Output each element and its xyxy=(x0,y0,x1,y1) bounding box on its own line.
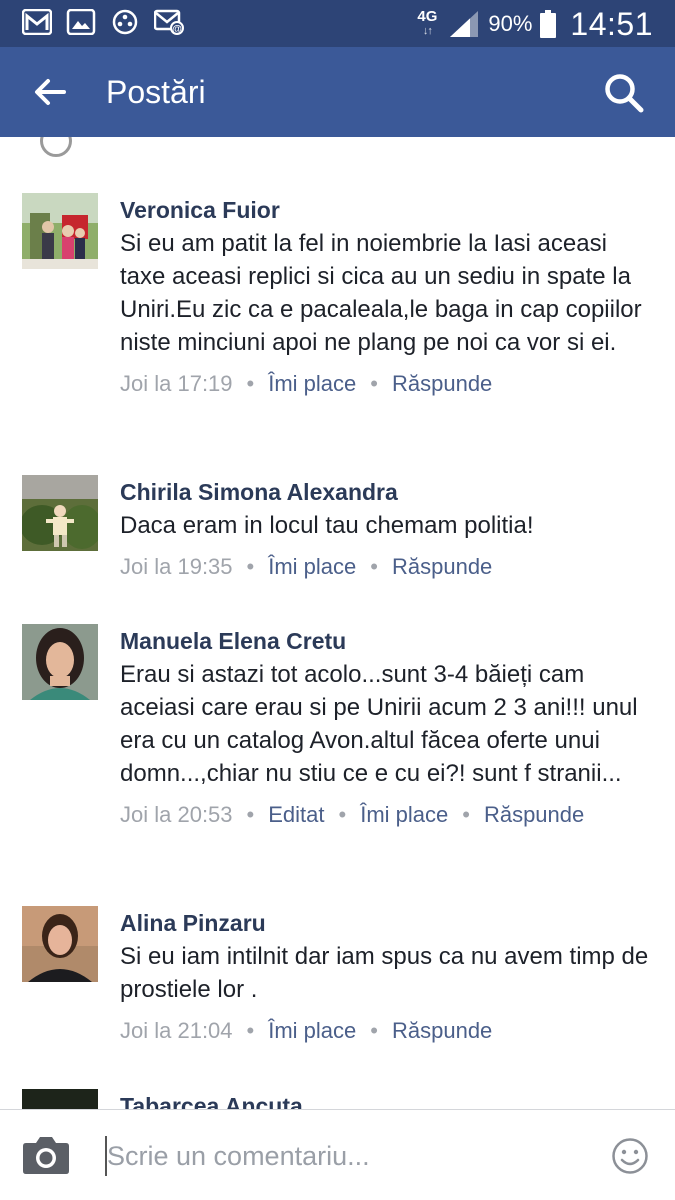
loading-spinner-icon xyxy=(40,137,72,157)
comments-feed[interactable]: Veronica Fuior Si eu am patit la fel in … xyxy=(0,137,675,1109)
separator-dot: • xyxy=(370,554,378,579)
separator-dot: • xyxy=(462,802,470,827)
comment-time: Joi la 20:53 xyxy=(120,802,233,827)
game-icon xyxy=(110,9,140,35)
separator-dot: • xyxy=(246,802,255,827)
avatar[interactable] xyxy=(22,1089,98,1109)
commenter-name[interactable]: Alina Pinzaru xyxy=(120,908,655,938)
reply-button[interactable]: Răspunde xyxy=(484,802,584,827)
page-title: Postări xyxy=(106,74,206,110)
search-icon xyxy=(605,74,644,113)
comment-meta: Joi la 21:04 • Îmi place • Răspunde xyxy=(120,1016,655,1046)
emoji-button[interactable] xyxy=(611,1137,649,1175)
avatar[interactable] xyxy=(22,193,98,269)
comment-time: Joi la 19:35 xyxy=(120,554,233,579)
camera-button[interactable] xyxy=(22,1133,70,1175)
like-button[interactable]: Îmi place xyxy=(268,371,356,396)
like-button[interactable]: Îmi place xyxy=(268,1018,356,1043)
separator-dot: • xyxy=(370,371,378,396)
commenter-name[interactable]: Chirila Simona Alexandra xyxy=(120,477,655,507)
signal-icon xyxy=(448,9,480,39)
like-button[interactable]: Îmi place xyxy=(268,554,356,579)
reply-button[interactable]: Răspunde xyxy=(392,1018,492,1043)
comment-composer xyxy=(0,1109,675,1200)
reply-button[interactable]: Răspunde xyxy=(392,554,492,579)
commenter-name[interactable]: Tabarcea Ancuta xyxy=(120,1091,655,1109)
separator-dot: • xyxy=(338,802,347,827)
comment-text: Si eu am patit la fel in noiembrie la Ia… xyxy=(120,230,642,356)
comment-time: Joi la 17:19 xyxy=(120,371,233,396)
avatar[interactable] xyxy=(22,906,98,982)
status-bar: @ 4G ↓↑ 90% 14:51 xyxy=(0,0,675,47)
app-bar: Postări xyxy=(0,47,675,137)
comment-input[interactable] xyxy=(105,1136,585,1176)
network-type: 4G ↓↑ xyxy=(417,8,438,37)
comment-text: Erau si astazi tot acolo...sunt 3-4 băie… xyxy=(120,661,638,787)
comment-time: Joi la 21:04 xyxy=(120,1018,233,1043)
camera-icon xyxy=(23,1137,69,1174)
comment-text: Daca eram in locul tau chemam politia! xyxy=(120,512,534,539)
search-button[interactable] xyxy=(603,72,645,114)
battery-percentage: 90% xyxy=(488,11,533,36)
edited-label[interactable]: Editat xyxy=(268,802,324,827)
emoji-icon xyxy=(612,1138,648,1174)
separator-dot: • xyxy=(370,1018,378,1043)
email-sync-icon: @ xyxy=(153,9,184,35)
reply-button[interactable]: Răspunde xyxy=(392,371,492,396)
notification-icons: @ xyxy=(21,8,184,36)
comment-meta: Joi la 17:19 • Îmi place • Răspunde xyxy=(120,369,655,399)
comment-meta: Joi la 20:53 • Editat • Îmi place • Răspunde xyxy=(120,800,655,830)
avatar[interactable] xyxy=(22,624,98,700)
back-button[interactable] xyxy=(30,72,70,112)
separator-dot: • xyxy=(246,554,255,579)
battery-icon xyxy=(540,10,557,38)
svg-text:@: @ xyxy=(172,24,182,35)
clock: 14:51 xyxy=(570,5,653,42)
like-button[interactable]: Îmi place xyxy=(360,802,448,827)
commenter-name[interactable]: Veronica Fuior xyxy=(120,195,655,225)
commenter-name[interactable]: Manuela Elena Cretu xyxy=(120,626,655,656)
comment-text: Si eu iam intilnit dar iam spus ca nu av… xyxy=(120,943,649,1003)
separator-dot: • xyxy=(246,1018,255,1043)
comment-meta: Joi la 19:35 • Îmi place • Răspunde xyxy=(120,552,655,582)
gallery-icon xyxy=(66,8,96,36)
gmail-icon xyxy=(21,8,53,36)
avatar[interactable] xyxy=(22,475,98,551)
arrow-left-icon xyxy=(35,79,66,105)
separator-dot: • xyxy=(246,371,255,396)
